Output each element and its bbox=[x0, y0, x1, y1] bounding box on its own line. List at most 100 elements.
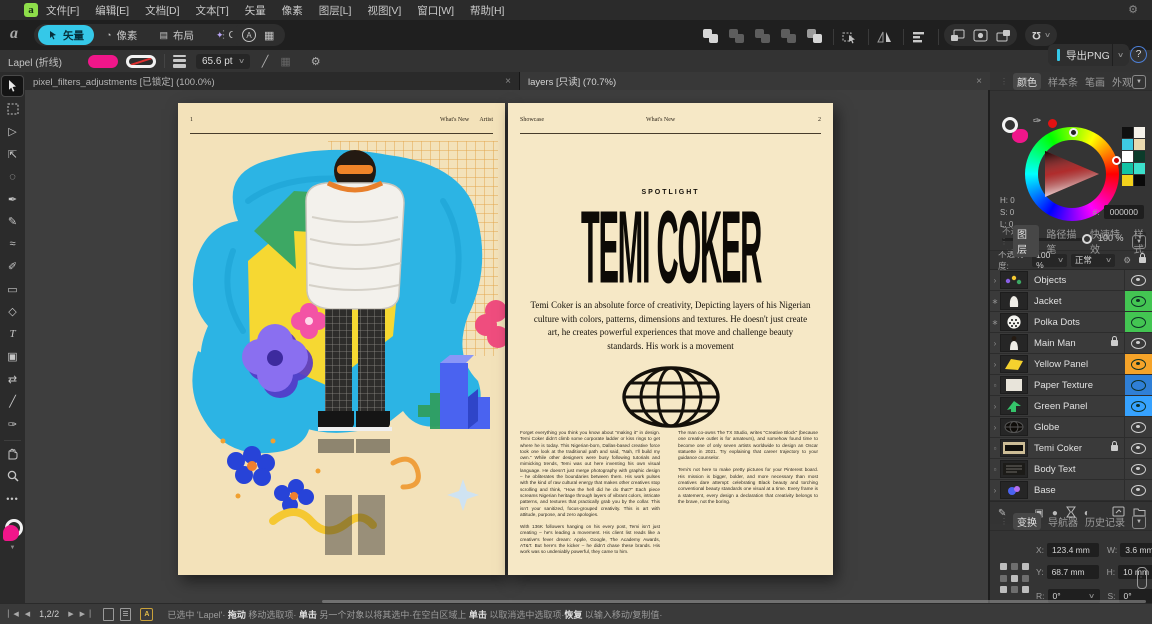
layer-name[interactable]: Globe bbox=[1034, 422, 1124, 433]
translate-icon[interactable]: A bbox=[242, 28, 256, 42]
rectangle-tool[interactable]: ▭ bbox=[2, 279, 23, 299]
fill-stroke-selector[interactable] bbox=[1002, 117, 1028, 143]
hue-marker[interactable] bbox=[1069, 128, 1078, 137]
point-transform-tool[interactable]: ⇄ bbox=[2, 369, 23, 389]
visibility-toggle[interactable] bbox=[1124, 333, 1152, 353]
single-page-view-icon[interactable] bbox=[103, 608, 114, 621]
saturation-triangle[interactable] bbox=[1041, 143, 1103, 205]
swatch[interactable] bbox=[1122, 127, 1133, 138]
panel-drag-handle[interactable]: ⋮ bbox=[1000, 517, 1008, 526]
panel-drag-handle[interactable]: ⋮ bbox=[1000, 77, 1008, 86]
chevron-down-icon[interactable]: ∨ bbox=[1044, 31, 1051, 39]
prev-page-button[interactable]: ◀ bbox=[25, 610, 30, 618]
picked-color-dot[interactable] bbox=[1048, 119, 1057, 128]
menu-text[interactable]: 文本[T] bbox=[188, 3, 237, 18]
zoom-tool[interactable] bbox=[2, 466, 23, 486]
more-tools-button[interactable]: ••• bbox=[2, 489, 23, 509]
expand-chevron-icon[interactable]: › bbox=[990, 486, 1000, 495]
color-well[interactable] bbox=[3, 519, 23, 541]
visibility-toggle[interactable] bbox=[1124, 480, 1152, 500]
tab-transform[interactable]: 变换 bbox=[1013, 513, 1041, 530]
tab-swatches[interactable]: 样本条 bbox=[1048, 74, 1078, 89]
insert-behind-icon[interactable] bbox=[950, 29, 965, 42]
vector-brush-tool[interactable]: ≈ bbox=[2, 234, 23, 254]
fill-gradient-tool[interactable]: ╱ bbox=[2, 392, 23, 412]
properties-gear-icon[interactable]: ⚙ bbox=[311, 55, 321, 68]
menu-document[interactable]: 文档[D] bbox=[137, 3, 187, 18]
menu-help[interactable]: 帮助[H] bbox=[462, 3, 512, 18]
visibility-toggle[interactable] bbox=[1124, 270, 1152, 290]
tab-history[interactable]: 历史记录 bbox=[1085, 514, 1125, 529]
tab-fx[interactable]: 快速特效 bbox=[1090, 226, 1127, 256]
lock-icon[interactable] bbox=[1111, 340, 1118, 346]
anchor-point-selector[interactable] bbox=[1000, 563, 1030, 595]
visibility-toggle[interactable] bbox=[1124, 438, 1152, 458]
page-left[interactable]: 1 What's New Artist bbox=[178, 103, 505, 575]
snapping-magnet-icon[interactable]: Ω bbox=[1032, 29, 1041, 41]
stroke-color-swatch[interactable] bbox=[126, 55, 156, 68]
collapse-panel-button[interactable]: ▼ bbox=[1132, 515, 1146, 529]
export-png-button[interactable]: 导出PNG bbox=[1048, 44, 1119, 66]
eyedropper-icon[interactable]: ✑ bbox=[1033, 116, 1041, 127]
close-icon[interactable]: × bbox=[976, 76, 982, 87]
layer-row-polka-dots[interactable]: ∗ Polka Dots bbox=[990, 312, 1152, 333]
boolean-divide-icon[interactable] bbox=[807, 29, 824, 44]
collapse-panel-button[interactable]: ▼ bbox=[1132, 235, 1146, 249]
color-picker-tool[interactable]: ✑ bbox=[2, 414, 23, 434]
close-icon[interactable]: × bbox=[505, 76, 511, 87]
first-page-button[interactable]: ▏◀ bbox=[8, 610, 19, 618]
hex-field[interactable]: #: 000000 bbox=[1093, 205, 1144, 219]
page-right[interactable]: Showcase What's New 2 SPOTLIGHT TEMI COK… bbox=[508, 103, 833, 575]
contour-tool[interactable]: ⇱ bbox=[2, 144, 23, 164]
doc-tab-pixel-filters[interactable]: pixel_filters_adjustments [已锁定] (100.0%)… bbox=[25, 72, 520, 90]
canvas[interactable]: 1 What's New Artist bbox=[25, 90, 990, 604]
tab-stroke-path[interactable]: 路径描笔 bbox=[1046, 226, 1083, 256]
visibility-toggle[interactable] bbox=[1124, 459, 1152, 479]
hex-value[interactable]: 000000 bbox=[1104, 205, 1144, 219]
insert-inside-icon[interactable] bbox=[973, 29, 988, 42]
visibility-toggle[interactable] bbox=[1125, 354, 1152, 374]
swatch[interactable] bbox=[1134, 163, 1145, 174]
layer-row-temi-coker[interactable]: ▫ Temi Coker bbox=[990, 438, 1152, 459]
stroke-style-icon[interactable] bbox=[173, 53, 186, 70]
alignment-icon[interactable] bbox=[912, 31, 930, 43]
node-tool[interactable]: ▷ bbox=[2, 122, 23, 142]
persona-vector[interactable]: 矢量 bbox=[38, 25, 94, 45]
swatch[interactable] bbox=[1122, 175, 1133, 186]
swatch[interactable] bbox=[1134, 151, 1145, 162]
layer-name[interactable]: Main Man bbox=[1034, 338, 1111, 349]
swatch[interactable] bbox=[1122, 163, 1133, 174]
menu-pixel[interactable]: 像素 bbox=[274, 3, 311, 18]
place-image-tool[interactable]: ▣ bbox=[2, 347, 23, 367]
last-page-button[interactable]: ▶▕ bbox=[80, 610, 91, 618]
node-select-icon[interactable] bbox=[842, 30, 860, 44]
tab-stroke[interactable]: 笔画 bbox=[1085, 74, 1105, 89]
pressure-profile-icon[interactable]: ▦ bbox=[280, 55, 290, 68]
fill-color-swatch[interactable] bbox=[88, 55, 118, 68]
export-options-chevron[interactable]: ∨ bbox=[1112, 44, 1129, 66]
swatch[interactable] bbox=[1122, 139, 1133, 150]
toolbar-overflow-icon[interactable]: ⋮ bbox=[218, 28, 229, 41]
boolean-intersect-icon[interactable] bbox=[755, 29, 772, 44]
chevron-down-icon[interactable]: ▼ bbox=[10, 545, 16, 551]
persona-pixel[interactable]: ◔ 像素 bbox=[96, 26, 147, 44]
w-field[interactable]: 3.6 mm bbox=[1120, 543, 1152, 557]
selection-brush-tool[interactable]: ◌ bbox=[2, 167, 23, 187]
layer-row-objects[interactable]: › Objects bbox=[990, 270, 1152, 291]
help-button[interactable]: ? bbox=[1130, 46, 1147, 63]
stroke-width-dropdown[interactable]: 65.6 pt ∨ bbox=[196, 54, 250, 69]
menu-vector[interactable]: 矢量 bbox=[237, 3, 274, 18]
menu-file[interactable]: 文件[F] bbox=[38, 3, 87, 18]
layer-name[interactable]: Temi Coker bbox=[1034, 443, 1111, 454]
layer-name[interactable]: Polka Dots bbox=[1034, 317, 1125, 328]
swatch[interactable] bbox=[1134, 127, 1145, 138]
shape-tool[interactable]: ◇ bbox=[2, 302, 23, 322]
x-field[interactable]: 123.4 mm bbox=[1047, 543, 1099, 557]
layer-settings-gear-icon[interactable]: ⚙ bbox=[1123, 255, 1131, 266]
layer-name[interactable]: Base bbox=[1034, 485, 1124, 496]
visibility-toggle[interactable] bbox=[1125, 312, 1152, 332]
move-tool[interactable] bbox=[1, 75, 24, 97]
layer-name[interactable]: Green Panel bbox=[1034, 401, 1125, 412]
settings-icon[interactable]: ⚙ bbox=[1128, 3, 1138, 16]
boolean-add-icon[interactable] bbox=[703, 29, 720, 44]
